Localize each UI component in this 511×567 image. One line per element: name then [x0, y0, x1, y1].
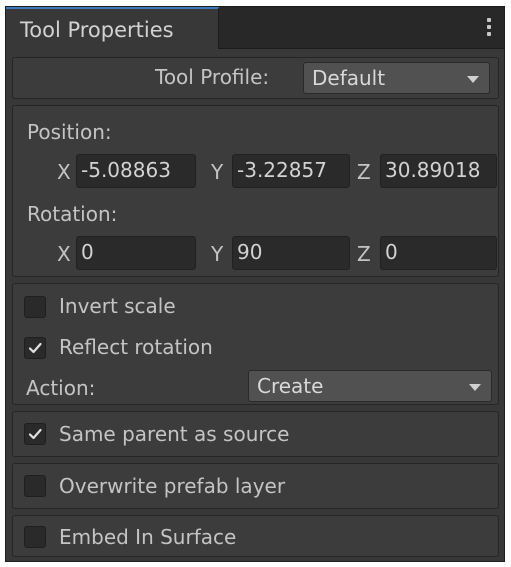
position-x-axis-label: X	[57, 160, 71, 184]
embed-surface-label[interactable]: Embed In Surface	[59, 525, 236, 549]
tool-profile-group: Tool Profile: Default	[12, 57, 499, 99]
same-parent-group: Same parent as source	[12, 411, 499, 457]
tab-label: Tool Properties	[20, 18, 174, 42]
position-label: Position:	[27, 120, 112, 144]
rotation-z-field[interactable]: 0	[380, 236, 497, 270]
position-x-field[interactable]: -5.08863	[76, 154, 196, 188]
position-x-value: -5.08863	[81, 158, 171, 182]
action-label: Action:	[26, 376, 96, 400]
tab-bar: Tool Properties	[6, 7, 504, 49]
same-parent-checkbox[interactable]	[24, 423, 46, 445]
tool-profile-label: Tool Profile:	[155, 65, 270, 89]
tool-properties-window: Tool Properties Tool Profile: Default Po…	[5, 6, 505, 562]
invert-scale-checkbox[interactable]	[24, 296, 46, 318]
invert-scale-label[interactable]: Invert scale	[59, 294, 176, 318]
position-y-axis-label: Y	[211, 160, 224, 184]
action-value: Create	[257, 374, 324, 398]
position-z-value: 30.89018	[385, 158, 481, 182]
position-y-field[interactable]: -3.22857	[232, 154, 350, 188]
options-group: Invert scale Reflect rotation Action: Cr…	[12, 283, 499, 405]
rotation-x-field[interactable]: 0	[76, 236, 196, 270]
same-parent-label[interactable]: Same parent as source	[59, 422, 289, 446]
rotation-z-value: 0	[385, 240, 398, 264]
overwrite-layer-group: Overwrite prefab layer	[12, 463, 499, 509]
position-y-value: -3.22857	[237, 158, 327, 182]
overwrite-layer-checkbox[interactable]	[24, 475, 46, 497]
checkmark-icon	[28, 428, 42, 440]
rotation-y-value: 90	[237, 240, 263, 264]
embed-surface-group: Embed In Surface	[12, 515, 499, 557]
position-z-axis-label: Z	[357, 160, 371, 184]
transform-group: Position: X -5.08863 Y -3.22857 Z 30.890…	[12, 105, 499, 277]
position-z-field[interactable]: 30.89018	[380, 154, 497, 188]
checkmark-icon	[28, 342, 42, 354]
tab-tool-properties[interactable]: Tool Properties	[6, 7, 219, 49]
reflect-rotation-label[interactable]: Reflect rotation	[59, 335, 213, 359]
tool-profile-value: Default	[312, 66, 386, 90]
rotation-x-axis-label: X	[57, 242, 71, 266]
reflect-rotation-checkbox[interactable]	[24, 337, 46, 359]
rotation-label: Rotation:	[27, 202, 118, 226]
tool-profile-dropdown[interactable]: Default	[303, 62, 490, 94]
rotation-y-axis-label: Y	[211, 242, 224, 266]
overwrite-layer-label[interactable]: Overwrite prefab layer	[59, 474, 285, 498]
rotation-z-axis-label: Z	[357, 242, 371, 266]
chevron-down-icon	[469, 384, 481, 391]
action-dropdown[interactable]: Create	[248, 370, 492, 402]
rotation-y-field[interactable]: 90	[232, 236, 350, 270]
kebab-menu-icon[interactable]	[486, 18, 492, 38]
chevron-down-icon	[467, 76, 479, 83]
rotation-x-value: 0	[81, 240, 94, 264]
embed-surface-checkbox[interactable]	[24, 526, 46, 548]
